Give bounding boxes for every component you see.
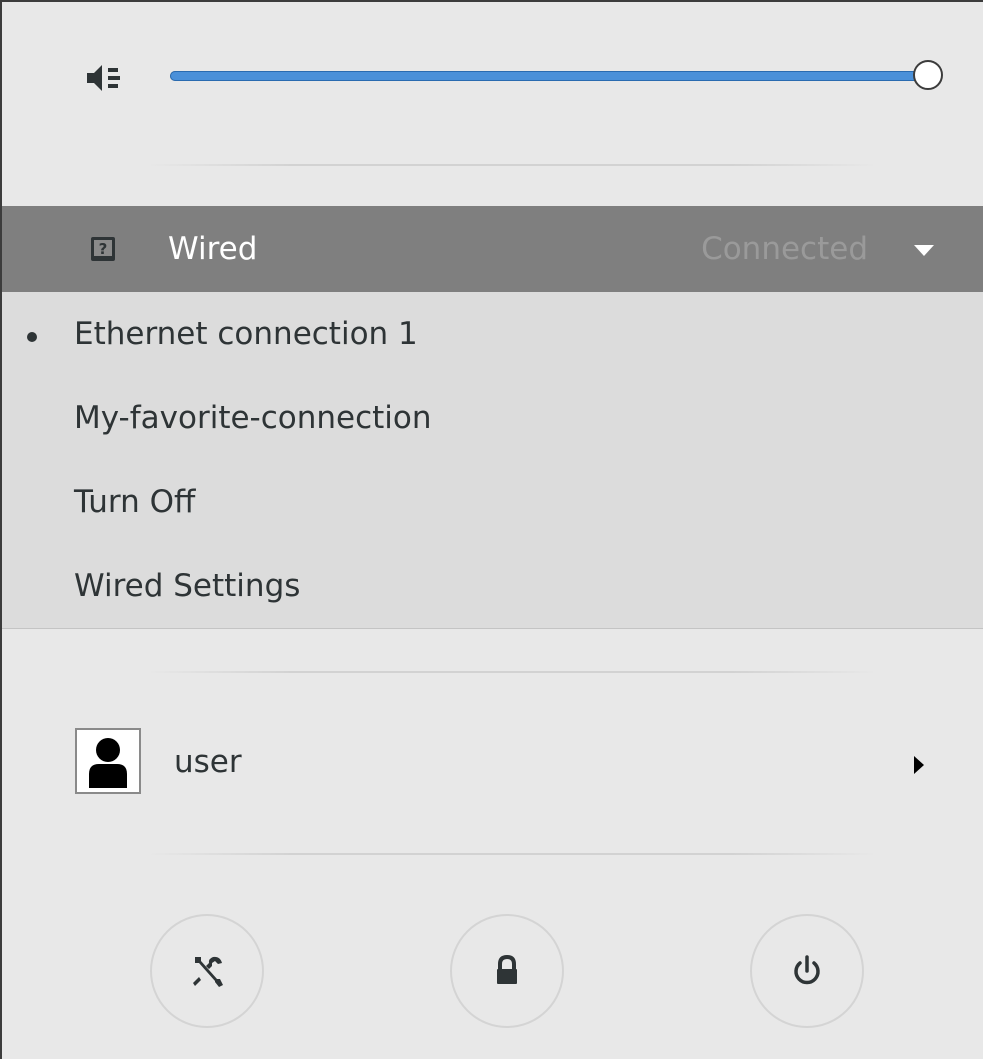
network-unknown-icon: ? — [91, 237, 115, 261]
user-menu-row[interactable]: user — [2, 702, 983, 832]
svg-text:?: ? — [99, 240, 108, 258]
volume-slider-fill — [170, 71, 928, 81]
wired-menu-header[interactable]: ? Wired Connected — [2, 206, 983, 292]
separator — [147, 671, 877, 673]
volume-row — [2, 2, 983, 152]
volume-slider-handle[interactable] — [913, 60, 943, 90]
menu-item-turn-off[interactable]: Turn Off — [2, 460, 983, 544]
chevron-down-icon[interactable] — [913, 242, 935, 258]
chevron-right-icon[interactable] — [912, 754, 926, 776]
menu-item-label: My-favorite-connection — [74, 400, 432, 436]
user-name: user — [174, 744, 242, 780]
settings-tools-icon — [193, 956, 223, 987]
avatar-icon — [89, 738, 127, 788]
wired-submenu: Ethernet connection 1 My-favorite-connec… — [2, 292, 983, 629]
separator — [147, 164, 877, 166]
separator — [147, 853, 877, 855]
wired-status: Connected — [701, 231, 868, 267]
menu-item-wired-settings[interactable]: Wired Settings — [2, 544, 983, 628]
menu-item-label: Turn Off — [74, 484, 196, 520]
avatar — [75, 728, 141, 794]
wired-label: Wired — [168, 231, 258, 267]
volume-slider[interactable] — [170, 60, 943, 90]
menu-item-ethernet-connection-1[interactable]: Ethernet connection 1 — [2, 292, 983, 376]
lock-button[interactable] — [450, 914, 564, 1028]
active-connection-dot-icon — [27, 332, 37, 342]
menu-item-label: Ethernet connection 1 — [74, 316, 418, 352]
power-icon — [794, 955, 820, 985]
system-status-menu: ? Wired Connected Ethernet connection 1 … — [0, 0, 983, 1059]
lock-icon — [497, 954, 517, 984]
speaker-volume-icon — [87, 65, 120, 91]
menu-item-label: Wired Settings — [74, 568, 301, 604]
settings-button[interactable] — [150, 914, 264, 1028]
menu-item-my-favorite-connection[interactable]: My-favorite-connection — [2, 376, 983, 460]
power-off-button[interactable] — [750, 914, 864, 1028]
